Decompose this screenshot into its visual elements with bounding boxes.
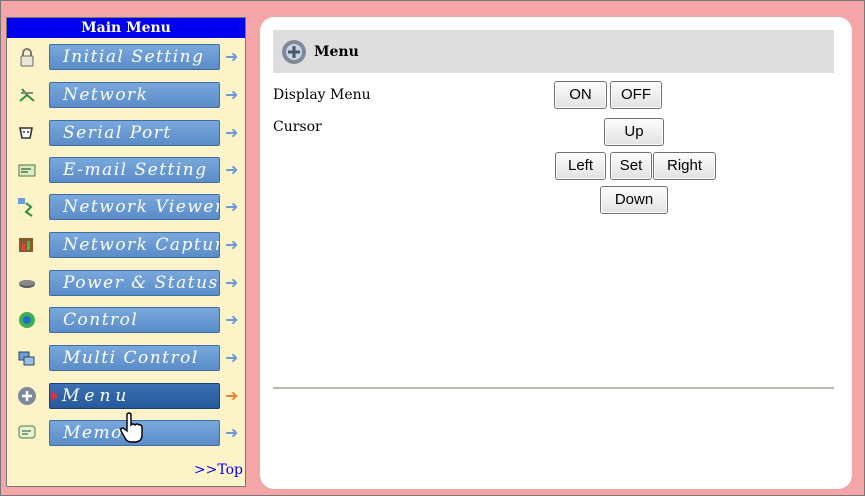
main-menu-sidebar: Main Menu Initial Setting ➜ Network ➜ Se… xyxy=(6,17,246,487)
sidebar-item-multi-control[interactable]: Multi Control ➜ xyxy=(7,344,247,372)
network-capture-icon xyxy=(19,238,33,252)
display-menu-label: Display Menu xyxy=(273,87,371,103)
power-status-icon xyxy=(19,280,35,288)
menu-button-multi-control[interactable]: Multi Control xyxy=(49,345,220,371)
email-icon xyxy=(18,164,36,177)
display-menu-on-button[interactable]: ON xyxy=(554,81,607,109)
arrow-right-icon[interactable]: ➜ xyxy=(225,423,243,443)
lock-icon xyxy=(20,48,34,67)
section-title: Menu xyxy=(314,44,359,60)
network-icon xyxy=(19,88,35,102)
menu-button-network-viewer[interactable]: Network Viewer xyxy=(49,194,220,220)
sidebar-item-network-viewer[interactable]: Network Viewer ➜ xyxy=(7,193,247,221)
sidebar-item-initial-setting[interactable]: Initial Setting ➜ xyxy=(7,43,247,71)
memo-icon xyxy=(18,425,36,439)
arrow-right-icon[interactable]: ➜ xyxy=(225,273,243,293)
cursor-set-button[interactable]: Set xyxy=(610,152,652,180)
section-header: Menu xyxy=(273,30,834,73)
serial-port-icon xyxy=(19,127,33,139)
arrow-right-icon[interactable]: ➜ xyxy=(225,386,243,406)
arrow-right-icon[interactable]: ➜ xyxy=(225,310,243,330)
main-panel: Menu Display Menu ON OFF Cursor Up Left … xyxy=(260,17,852,489)
menu-icon xyxy=(282,40,306,64)
sidebar-item-menu[interactable]: Menu ➜ xyxy=(7,382,247,410)
page-frame: Main Menu Initial Setting ➜ Network ➜ Se… xyxy=(0,0,865,496)
menu-button-serial-port[interactable]: Serial Port xyxy=(49,120,220,146)
arrow-right-icon[interactable]: ➜ xyxy=(225,348,243,368)
cursor-down-button[interactable]: Down xyxy=(600,186,668,214)
network-viewer-icon xyxy=(18,198,33,217)
sidebar-item-control[interactable]: Control ➜ xyxy=(7,306,247,334)
arrow-right-icon[interactable]: ➜ xyxy=(225,160,243,180)
menu-icon xyxy=(18,387,36,405)
sidebar-item-serial-port[interactable]: Serial Port ➜ xyxy=(7,119,247,147)
sidebar-item-network[interactable]: Network ➜ xyxy=(7,81,247,109)
cursor-up-button[interactable]: Up xyxy=(604,118,664,146)
arrow-right-icon[interactable]: ➜ xyxy=(225,197,243,217)
arrow-right-icon[interactable]: ➜ xyxy=(225,47,243,67)
cursor-right-button[interactable]: Right xyxy=(653,152,716,180)
sidebar-title: Main Menu xyxy=(7,18,245,38)
menu-button-network-capture[interactable]: Network Capture xyxy=(49,232,220,258)
menu-button-power-status[interactable]: Power & Status xyxy=(49,270,220,296)
sidebar-item-email-setting[interactable]: E-mail Setting ➜ xyxy=(7,156,247,184)
menu-button-network[interactable]: Network xyxy=(49,82,220,108)
menu-button-email-setting[interactable]: E-mail Setting xyxy=(49,157,220,183)
multi-control-icon xyxy=(18,351,35,366)
menu-button-initial-setting[interactable]: Initial Setting xyxy=(49,44,220,70)
sidebar-item-network-capture[interactable]: Network Capture ➜ xyxy=(7,231,247,259)
arrow-right-icon[interactable]: ➜ xyxy=(225,123,243,143)
top-link[interactable]: >>Top xyxy=(194,462,243,478)
hand-cursor-icon xyxy=(120,412,143,443)
menu-button-control[interactable]: Control xyxy=(49,307,220,333)
active-marker-icon xyxy=(52,391,58,401)
display-menu-off-button[interactable]: OFF xyxy=(610,81,662,109)
menu-button-menu[interactable]: Menu xyxy=(49,383,220,409)
cursor-left-button[interactable]: Left xyxy=(555,152,606,180)
cursor-label: Cursor xyxy=(273,119,322,135)
control-icon xyxy=(19,312,35,328)
arrow-right-icon[interactable]: ➜ xyxy=(225,235,243,255)
divider xyxy=(273,387,834,389)
arrow-right-icon[interactable]: ➜ xyxy=(225,85,243,105)
sidebar-item-power-status[interactable]: Power & Status ➜ xyxy=(7,269,247,297)
